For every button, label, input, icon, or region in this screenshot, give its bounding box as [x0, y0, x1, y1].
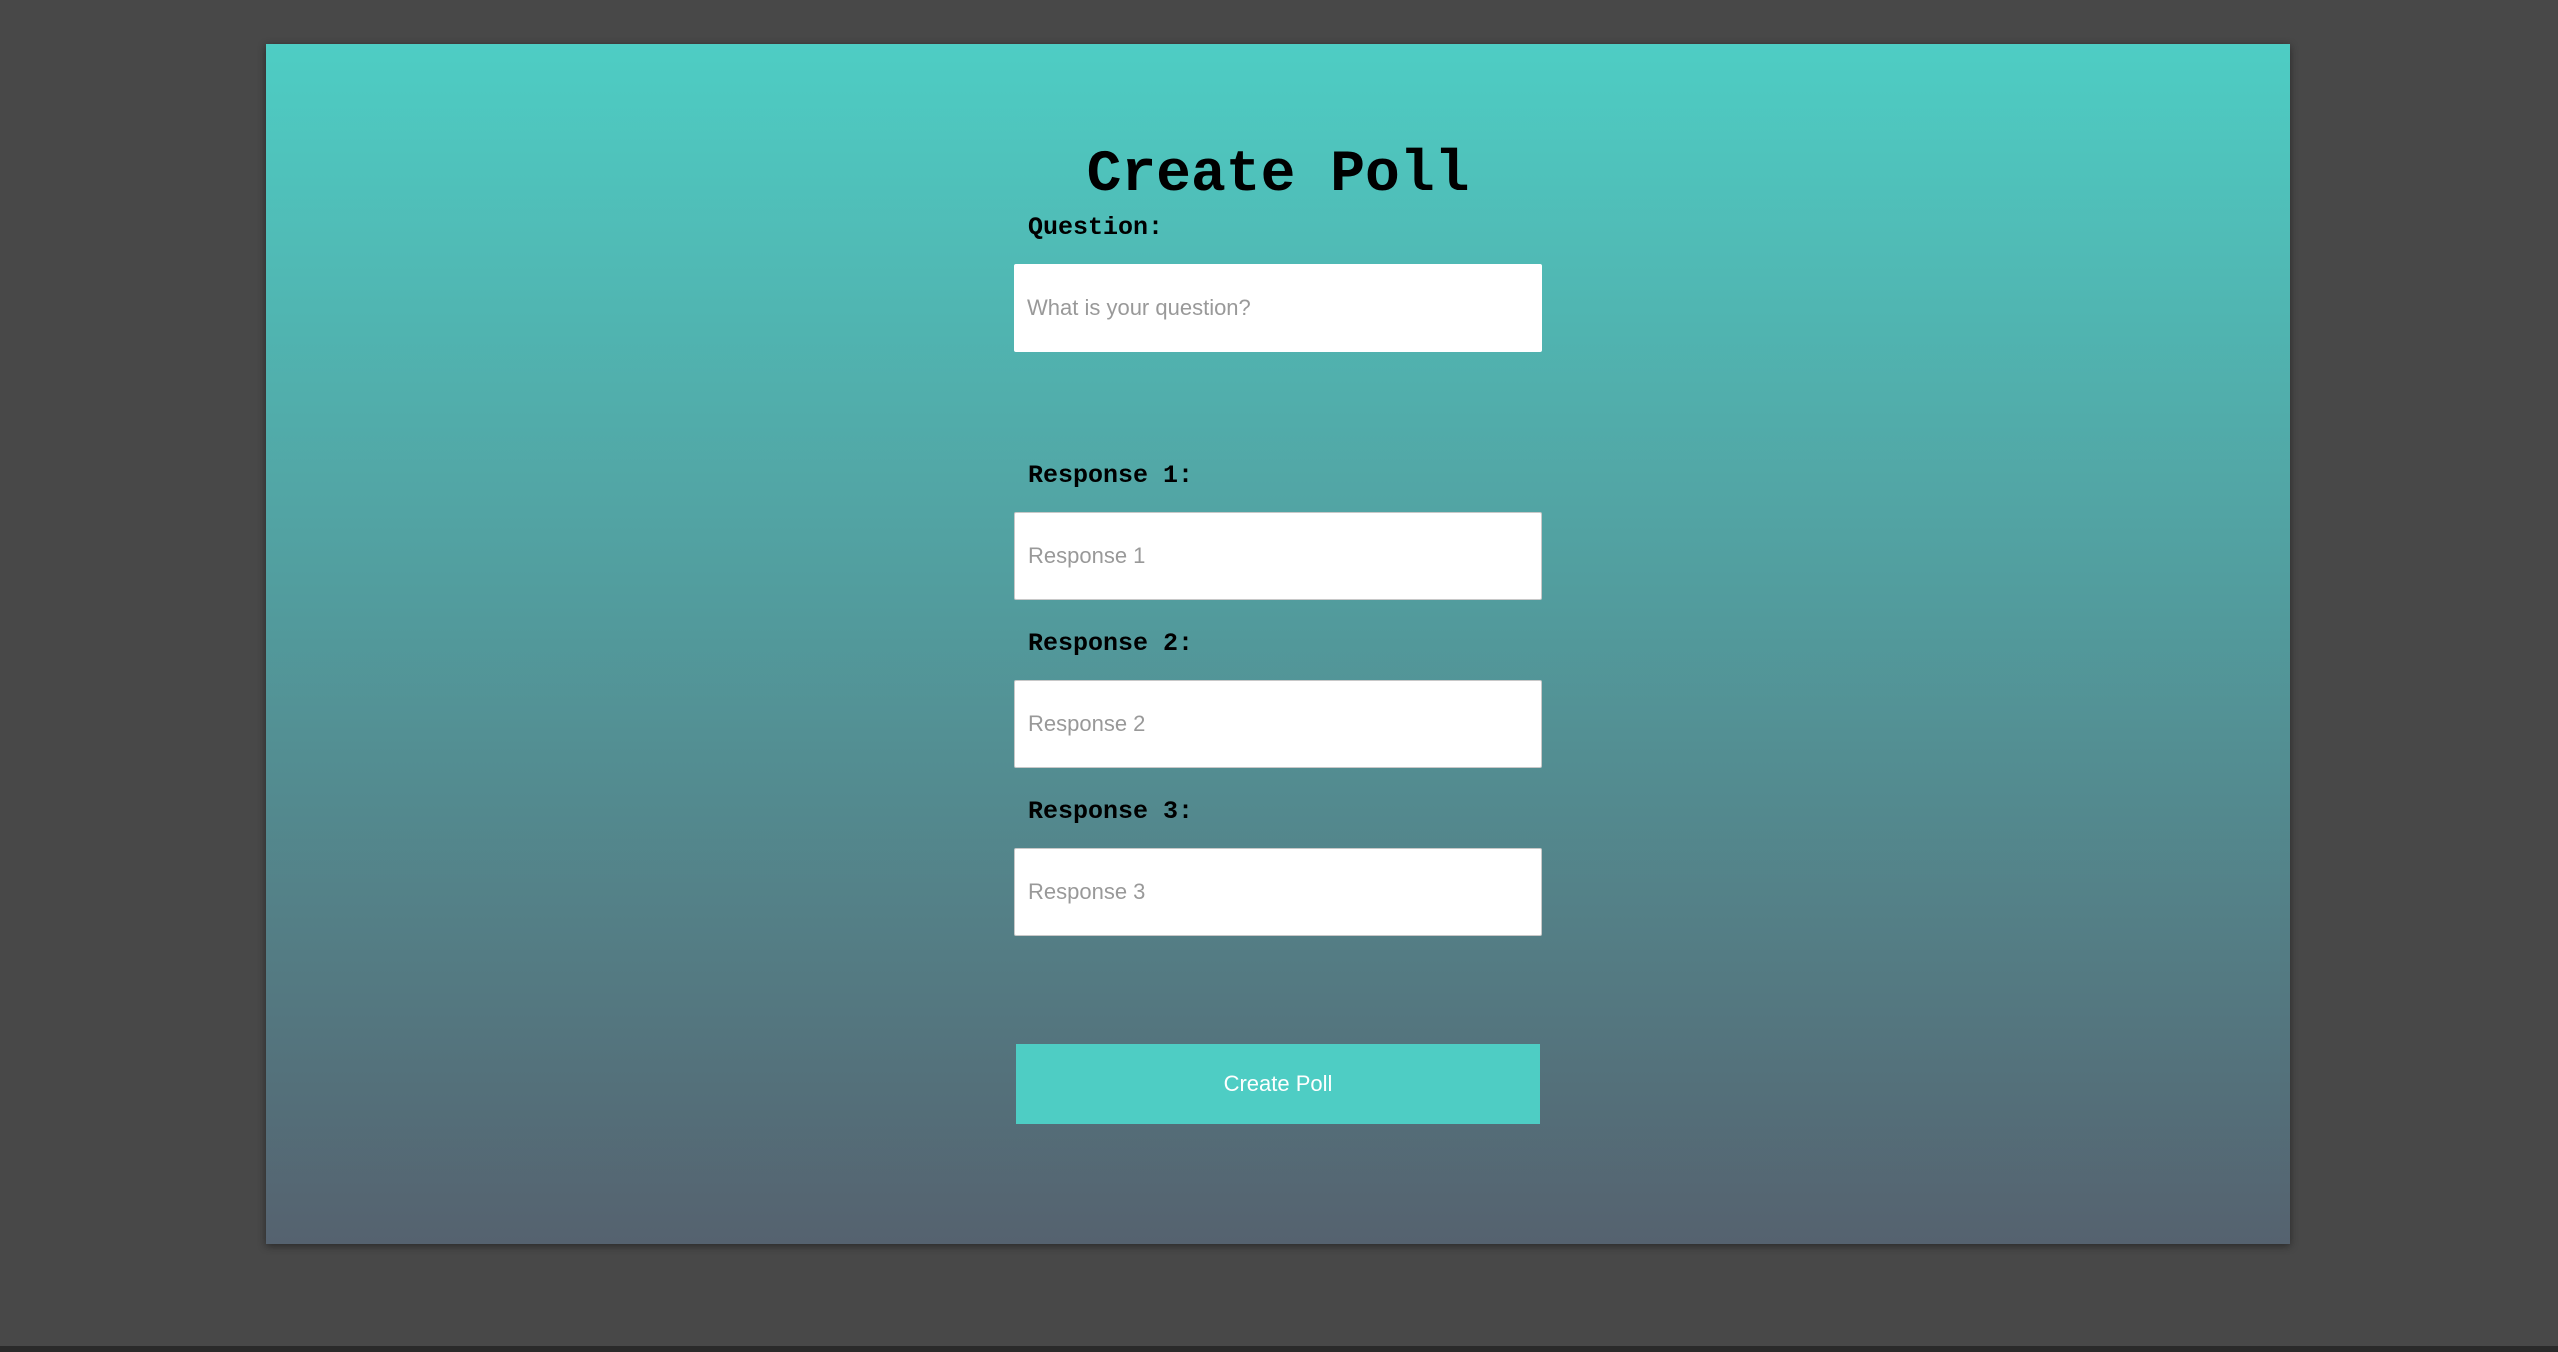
create-poll-card: Create Poll Question: Response 1: Respon…	[266, 44, 2290, 1244]
response-3-input[interactable]	[1014, 848, 1542, 936]
question-label: Question:	[1028, 213, 1164, 242]
response-2-label: Response 2:	[1028, 629, 1194, 658]
response-2-input[interactable]	[1014, 680, 1542, 768]
response-3-label: Response 3:	[1028, 797, 1194, 826]
response-1-label: Response 1:	[1028, 461, 1194, 490]
question-input[interactable]	[1014, 264, 1542, 352]
response-1-input[interactable]	[1014, 512, 1542, 600]
window-bottom-edge	[0, 1346, 2558, 1352]
create-poll-button[interactable]: Create Poll	[1016, 1044, 1540, 1124]
page-title: Create Poll	[1086, 143, 1470, 208]
